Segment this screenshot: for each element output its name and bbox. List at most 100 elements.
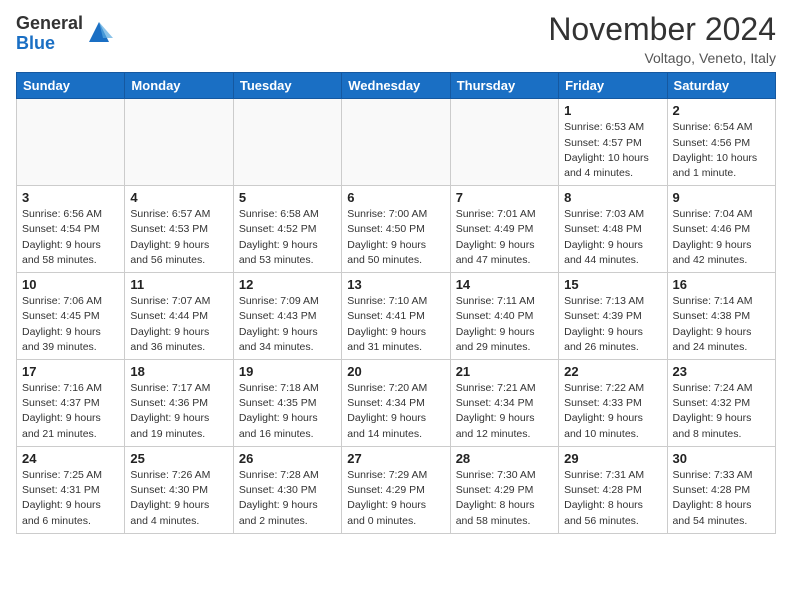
calendar-week-row: 10 Sunrise: 7:06 AM Sunset: 4:45 PM Dayli…	[17, 273, 776, 360]
calendar-cell: 15 Sunrise: 7:13 AM Sunset: 4:39 PM Dayli…	[559, 273, 667, 360]
calendar-cell	[450, 99, 558, 186]
logo: General Blue	[16, 14, 113, 54]
day-info: Sunrise: 6:57 AM Sunset: 4:53 PM Dayligh…	[130, 207, 227, 268]
calendar-cell: 6 Sunrise: 7:00 AM Sunset: 4:50 PM Daylig…	[342, 186, 450, 273]
day-number: 10	[22, 277, 119, 292]
calendar-week-row: 24 Sunrise: 7:25 AM Sunset: 4:31 PM Dayli…	[17, 446, 776, 533]
day-number: 7	[456, 190, 553, 205]
day-number: 30	[673, 451, 770, 466]
calendar-cell	[233, 99, 341, 186]
day-info: Sunrise: 7:14 AM Sunset: 4:38 PM Dayligh…	[673, 294, 770, 355]
logo-icon	[85, 18, 113, 46]
weekday-header-row: SundayMondayTuesdayWednesdayThursdayFrid…	[17, 73, 776, 99]
calendar-cell: 11 Sunrise: 7:07 AM Sunset: 4:44 PM Dayli…	[125, 273, 233, 360]
day-number: 20	[347, 364, 444, 379]
day-number: 15	[564, 277, 661, 292]
calendar-cell: 26Sunrise: 7:28 AM Sunset: 4:30 PM Dayli…	[233, 446, 341, 533]
day-number: 17	[22, 364, 119, 379]
day-number: 4	[130, 190, 227, 205]
calendar-week-row: 3 Sunrise: 6:56 AM Sunset: 4:54 PM Daylig…	[17, 186, 776, 273]
calendar-week-row: 17 Sunrise: 7:16 AM Sunset: 4:37 PM Dayli…	[17, 360, 776, 447]
day-info: Sunrise: 7:17 AM Sunset: 4:36 PM Dayligh…	[130, 381, 227, 442]
day-info: Sunrise: 7:18 AM Sunset: 4:35 PM Dayligh…	[239, 381, 336, 442]
day-number: 6	[347, 190, 444, 205]
day-info: Sunrise: 7:16 AM Sunset: 4:37 PM Dayligh…	[22, 381, 119, 442]
calendar-cell: 12 Sunrise: 7:09 AM Sunset: 4:43 PM Dayli…	[233, 273, 341, 360]
weekday-header-thursday: Thursday	[450, 73, 558, 99]
day-number: 2	[673, 103, 770, 118]
day-number: 25	[130, 451, 227, 466]
calendar-cell: 29 Sunrise: 7:31 AM Sunset: 4:28 PM Dayli…	[559, 446, 667, 533]
logo-line1: General	[16, 14, 83, 34]
day-number: 21	[456, 364, 553, 379]
calendar-cell: 1Sunrise: 6:53 AM Sunset: 4:57 PM Daylig…	[559, 99, 667, 186]
day-info: Sunrise: 7:06 AM Sunset: 4:45 PM Dayligh…	[22, 294, 119, 355]
weekday-header-friday: Friday	[559, 73, 667, 99]
day-number: 5	[239, 190, 336, 205]
calendar-cell: 17 Sunrise: 7:16 AM Sunset: 4:37 PM Dayli…	[17, 360, 125, 447]
day-info: Sunrise: 7:25 AM Sunset: 4:31 PM Dayligh…	[22, 468, 119, 529]
day-info: Sunrise: 7:20 AM Sunset: 4:34 PM Dayligh…	[347, 381, 444, 442]
calendar-cell: 2 Sunrise: 6:54 AM Sunset: 4:56 PM Daylig…	[667, 99, 775, 186]
day-info: Sunrise: 7:00 AM Sunset: 4:50 PM Dayligh…	[347, 207, 444, 268]
header: General Blue November 2024 Voltago, Vene…	[16, 10, 776, 66]
day-number: 29	[564, 451, 661, 466]
day-number: 8	[564, 190, 661, 205]
day-info: Sunrise: 7:01 AM Sunset: 4:49 PM Dayligh…	[456, 207, 553, 268]
calendar-cell: 20 Sunrise: 7:20 AM Sunset: 4:34 PM Dayli…	[342, 360, 450, 447]
calendar-cell: 21 Sunrise: 7:21 AM Sunset: 4:34 PM Dayli…	[450, 360, 558, 447]
calendar-cell: 28 Sunrise: 7:30 AM Sunset: 4:29 PM Dayli…	[450, 446, 558, 533]
day-number: 13	[347, 277, 444, 292]
day-info: Sunrise: 7:07 AM Sunset: 4:44 PM Dayligh…	[130, 294, 227, 355]
day-number: 14	[456, 277, 553, 292]
calendar-week-row: 1Sunrise: 6:53 AM Sunset: 4:57 PM Daylig…	[17, 99, 776, 186]
calendar-cell: 5 Sunrise: 6:58 AM Sunset: 4:52 PM Daylig…	[233, 186, 341, 273]
calendar-cell: 7 Sunrise: 7:01 AM Sunset: 4:49 PM Daylig…	[450, 186, 558, 273]
day-number: 16	[673, 277, 770, 292]
day-number: 11	[130, 277, 227, 292]
calendar-cell: 25 Sunrise: 7:26 AM Sunset: 4:30 PM Dayli…	[125, 446, 233, 533]
day-info: Sunrise: 7:21 AM Sunset: 4:34 PM Dayligh…	[456, 381, 553, 442]
day-info: Sunrise: 6:58 AM Sunset: 4:52 PM Dayligh…	[239, 207, 336, 268]
day-number: 24	[22, 451, 119, 466]
day-info: Sunrise: 7:13 AM Sunset: 4:39 PM Dayligh…	[564, 294, 661, 355]
day-info: Sunrise: 6:54 AM Sunset: 4:56 PM Dayligh…	[673, 120, 770, 181]
calendar-cell: 3 Sunrise: 6:56 AM Sunset: 4:54 PM Daylig…	[17, 186, 125, 273]
calendar-cell: 10 Sunrise: 7:06 AM Sunset: 4:45 PM Dayli…	[17, 273, 125, 360]
title-area: November 2024 Voltago, Veneto, Italy	[548, 10, 776, 66]
calendar-cell	[125, 99, 233, 186]
calendar-cell: 23 Sunrise: 7:24 AM Sunset: 4:32 PM Dayli…	[667, 360, 775, 447]
day-number: 23	[673, 364, 770, 379]
calendar-cell	[17, 99, 125, 186]
calendar-cell: 30 Sunrise: 7:33 AM Sunset: 4:28 PM Dayli…	[667, 446, 775, 533]
day-info: Sunrise: 7:04 AM Sunset: 4:46 PM Dayligh…	[673, 207, 770, 268]
day-number: 12	[239, 277, 336, 292]
month-title: November 2024	[548, 10, 776, 48]
calendar-cell: 9Sunrise: 7:04 AM Sunset: 4:46 PM Daylig…	[667, 186, 775, 273]
calendar-cell: 27 Sunrise: 7:29 AM Sunset: 4:29 PM Dayli…	[342, 446, 450, 533]
day-number: 3	[22, 190, 119, 205]
day-number: 28	[456, 451, 553, 466]
day-number: 27	[347, 451, 444, 466]
page: General Blue November 2024 Voltago, Vene…	[0, 0, 792, 550]
calendar-cell: 13Sunrise: 7:10 AM Sunset: 4:41 PM Dayli…	[342, 273, 450, 360]
day-info: Sunrise: 7:30 AM Sunset: 4:29 PM Dayligh…	[456, 468, 553, 529]
weekday-header-saturday: Saturday	[667, 73, 775, 99]
day-number: 18	[130, 364, 227, 379]
calendar-cell: 4 Sunrise: 6:57 AM Sunset: 4:53 PM Daylig…	[125, 186, 233, 273]
day-info: Sunrise: 7:33 AM Sunset: 4:28 PM Dayligh…	[673, 468, 770, 529]
day-number: 22	[564, 364, 661, 379]
day-info: Sunrise: 6:56 AM Sunset: 4:54 PM Dayligh…	[22, 207, 119, 268]
calendar-table: SundayMondayTuesdayWednesdayThursdayFrid…	[16, 72, 776, 533]
day-info: Sunrise: 7:24 AM Sunset: 4:32 PM Dayligh…	[673, 381, 770, 442]
calendar-cell: 22Sunrise: 7:22 AM Sunset: 4:33 PM Dayli…	[559, 360, 667, 447]
day-info: Sunrise: 7:29 AM Sunset: 4:29 PM Dayligh…	[347, 468, 444, 529]
day-number: 19	[239, 364, 336, 379]
day-info: Sunrise: 7:09 AM Sunset: 4:43 PM Dayligh…	[239, 294, 336, 355]
weekday-header-sunday: Sunday	[17, 73, 125, 99]
day-info: Sunrise: 7:31 AM Sunset: 4:28 PM Dayligh…	[564, 468, 661, 529]
calendar-cell	[342, 99, 450, 186]
day-info: Sunrise: 7:26 AM Sunset: 4:30 PM Dayligh…	[130, 468, 227, 529]
logo-line2: Blue	[16, 34, 83, 54]
calendar-cell: 16 Sunrise: 7:14 AM Sunset: 4:38 PM Dayli…	[667, 273, 775, 360]
